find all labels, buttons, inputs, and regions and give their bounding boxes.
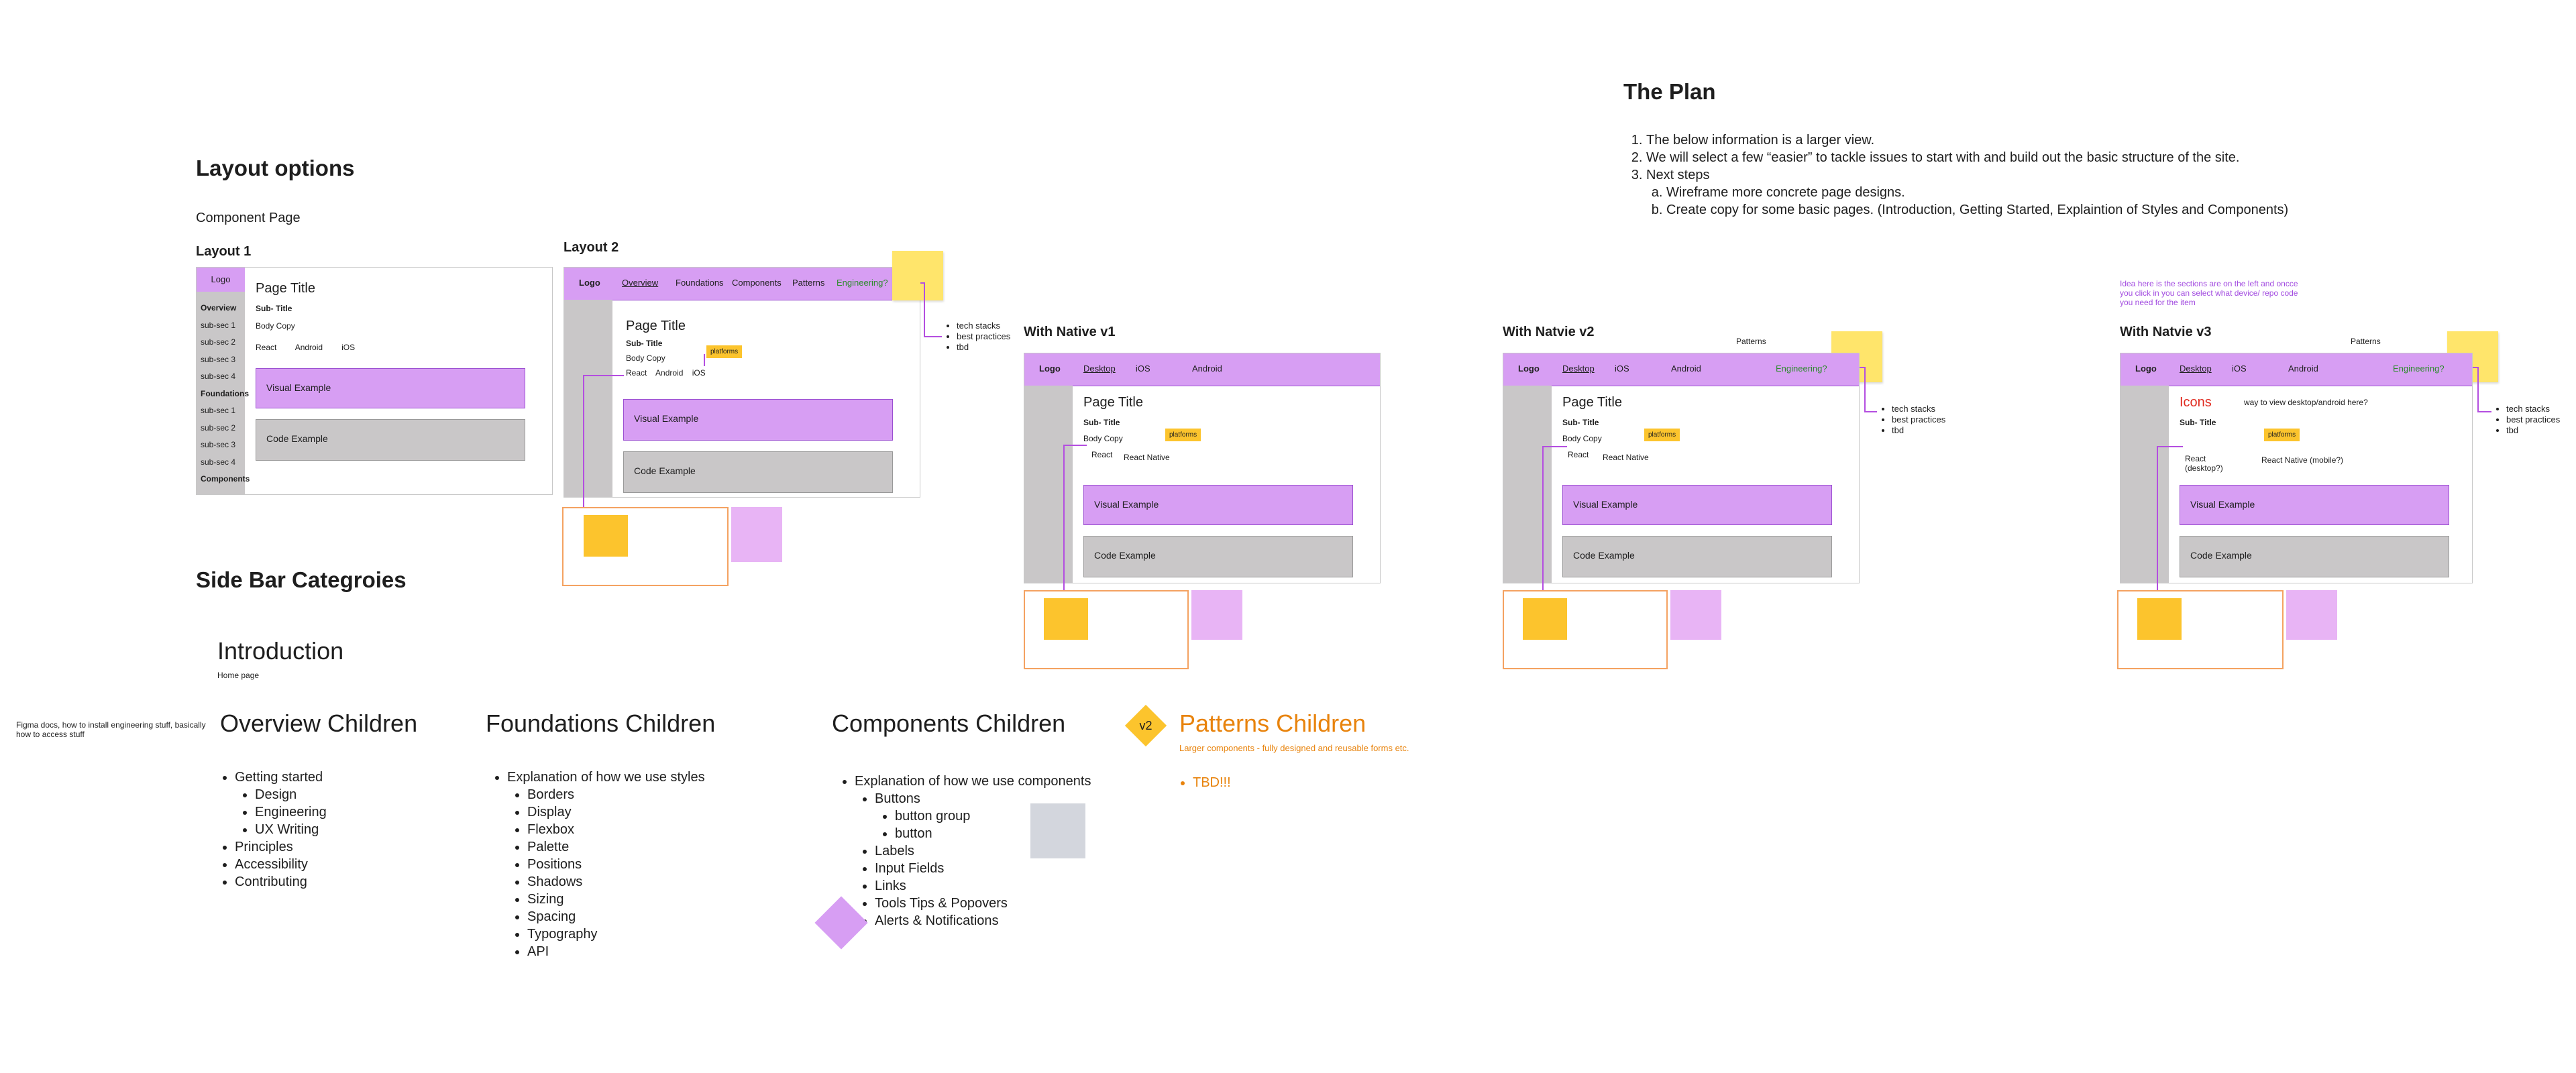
connector-line: [583, 375, 624, 507]
list-item: TBD!!!: [1193, 774, 1231, 791]
home-page-label: Home page: [217, 671, 260, 680]
list-item: UX Writing: [255, 821, 327, 838]
list-item: Sizing: [527, 891, 705, 908]
list-item: Input Fields: [875, 860, 1091, 877]
overview-children-list: Getting started Design Engineering UX Wr…: [215, 769, 327, 891]
list-item: Positions: [527, 856, 705, 873]
patterns-subtitle: Larger components - fully designed and r…: [1179, 743, 1409, 753]
connector-line: [1063, 445, 1087, 590]
list-item: Spacing: [527, 908, 705, 925]
connector-line: [2473, 367, 2491, 412]
overview-children-heading: Overview Children: [220, 710, 418, 737]
list-item: Principles: [235, 838, 327, 856]
list-item: Palette: [527, 838, 705, 856]
connector-line: [1860, 367, 1877, 412]
components-children-heading: Components Children: [832, 710, 1066, 737]
patterns-children-list: TBD!!!: [1175, 774, 1231, 791]
connector-lines: [583, 282, 2491, 590]
list-item: Display: [527, 803, 705, 821]
list-item: Tools Tips & Popovers: [875, 895, 1091, 912]
figma-note: Figma docs, how to install engineering s…: [16, 720, 206, 739]
list-item: Flexbox: [527, 821, 705, 838]
list-item: Explanation of how we use styles Borders…: [507, 769, 705, 960]
foundations-children-list: Explanation of how we use styles Borders…: [487, 769, 705, 960]
list-item: API: [527, 943, 705, 960]
list-item: Engineering: [255, 803, 327, 821]
patterns-children-heading: Patterns Children: [1179, 710, 1366, 737]
list-item: Getting started Design Engineering UX Wr…: [235, 769, 327, 838]
introduction-heading: Introduction: [217, 637, 344, 665]
list-item: Borders: [527, 786, 705, 803]
list-item: Alerts & Notifications: [875, 912, 1091, 929]
list-item: Contributing: [235, 873, 327, 891]
list-item: Shadows: [527, 873, 705, 891]
connector-line: [2157, 446, 2183, 590]
list-item: Typography: [527, 925, 705, 943]
list-item: Links: [875, 877, 1091, 895]
connector-line: [1542, 446, 1567, 590]
sticky-note: [1030, 803, 1085, 858]
foundations-children-heading: Foundations Children: [486, 710, 716, 737]
v2-badge: v2: [1139, 719, 1152, 732]
connector-line: [920, 282, 942, 337]
list-item: Accessibility: [235, 856, 327, 873]
sidebar-categories-title: Side Bar Categroies: [196, 567, 407, 592]
list-item: Design: [255, 786, 327, 803]
